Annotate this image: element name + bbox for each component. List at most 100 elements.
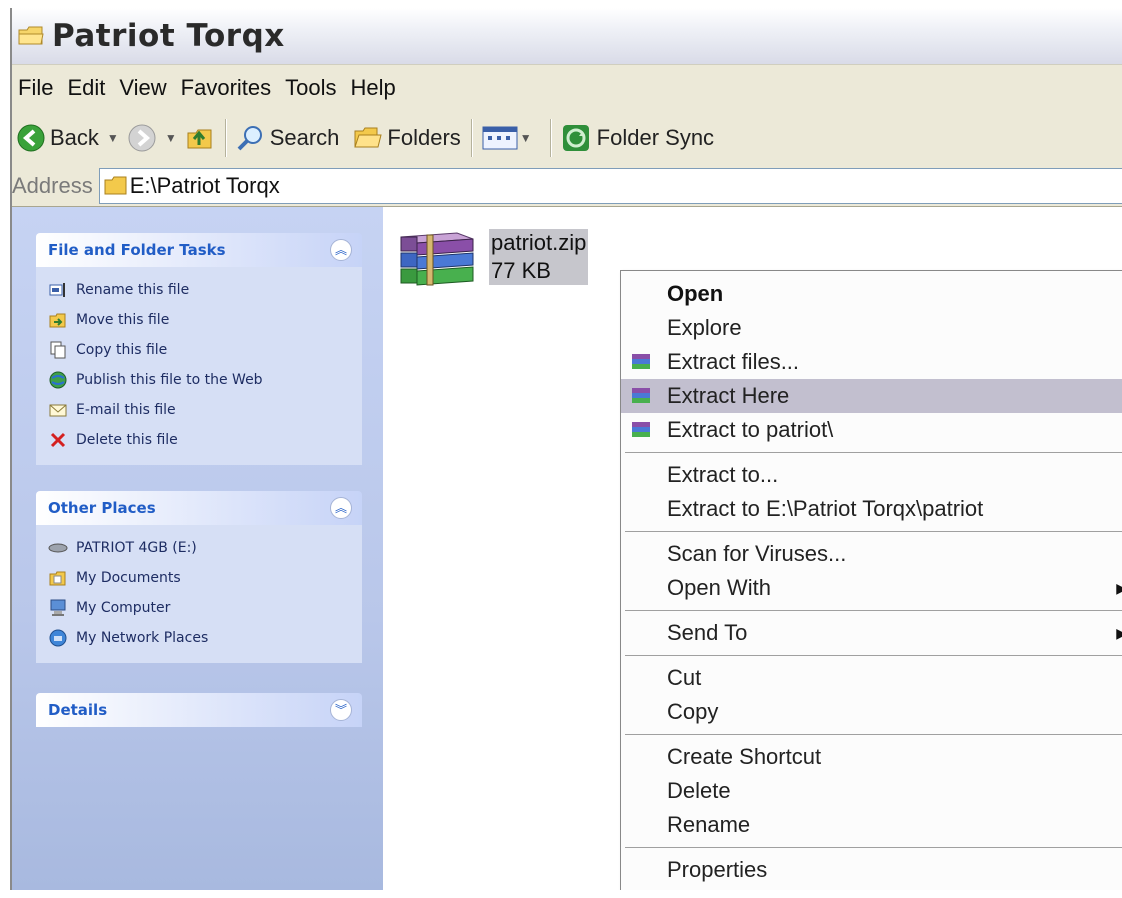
menu-label: Scan for Viruses... [667,541,847,566]
title-bar[interactable]: Patriot Torqx [12,8,1122,64]
forward-dropdown-icon[interactable]: ▼ [165,131,177,145]
menu-bar: File Edit View Favorites Tools Help [12,64,1122,111]
up-folder-button[interactable] [185,116,215,160]
place-label: PATRIOT 4GB (E:) [76,540,197,556]
up-folder-icon [187,129,212,149]
menu-label: Extract to... [667,462,779,487]
menu-file[interactable]: File [12,75,60,101]
panel-title: Other Places [48,499,156,517]
back-dropdown-icon[interactable]: ▼ [107,131,119,145]
menu-label: Open With [667,575,771,600]
folder-sync-button[interactable]: Folder Sync [561,116,714,160]
zip-archive-icon [400,232,474,286]
place-network[interactable]: My Network Places [36,623,362,653]
menu-extract-here[interactable]: Extract Here [621,379,1122,413]
views-button[interactable]: ▼ [482,116,540,160]
menu-separator [625,847,1122,848]
menu-favorites[interactable]: Favorites [174,75,278,101]
menu-create-shortcut[interactable]: Create Shortcut [621,740,1122,774]
menu-help[interactable]: Help [344,75,403,101]
menu-separator [625,452,1122,453]
place-my-computer[interactable]: My Computer [36,593,362,623]
task-pane: File and Folder Tasks ︽ Rename this file… [12,207,383,890]
menu-separator [625,531,1122,532]
menu-label: Send To [667,620,748,645]
delete-x-icon [48,430,68,450]
task-delete[interactable]: Delete this file [36,425,362,455]
rename-icon [48,280,68,300]
menu-label: Explore [667,315,742,340]
place-drive[interactable]: PATRIOT 4GB (E:) [36,533,362,563]
menu-label: Extract to patriot\ [667,417,834,442]
place-my-documents[interactable]: My Documents [36,563,362,593]
move-icon [48,310,68,330]
views-dropdown-icon[interactable]: ▼ [520,131,532,145]
panel-header[interactable]: File and Folder Tasks ︽ [36,233,362,267]
forward-arrow-icon [128,124,156,152]
winrar-icon [632,388,650,403]
search-icon [237,126,262,151]
computer-icon [48,598,68,618]
menu-explore[interactable]: Explore [621,311,1122,345]
task-rename[interactable]: Rename this file [36,275,362,305]
back-button[interactable]: Back ▼ [16,116,127,160]
address-value: E:\Patriot Torqx [129,173,280,198]
menu-extract-to[interactable]: Extract to... [621,458,1122,492]
menu-separator [625,610,1122,611]
menu-rename[interactable]: Rename [621,808,1122,842]
menu-extract-to-path[interactable]: Extract to E:\Patriot Torqx\patriot [621,492,1122,526]
drive-icon [48,538,68,558]
panel-title: Details [48,701,108,719]
menu-properties[interactable]: Properties [621,853,1122,887]
toolbar: Back ▼ ▼ Search Folders ▼ Folder Sync [12,110,1122,167]
menu-send-to[interactable]: Send To ▶ [621,616,1122,650]
folders-icon [354,127,383,148]
panel-header[interactable]: Other Places ︽ [36,491,362,525]
collapse-chevron-icon[interactable]: ︽ [330,239,352,261]
views-icon [482,126,518,150]
file-label-block: patriot.zip 77 KB [489,229,589,285]
folder-sync-label: Folder Sync [596,125,715,150]
collapse-chevron-icon[interactable]: ︽ [330,497,352,519]
menu-extract-to-patriot[interactable]: Extract to patriot\ [621,413,1122,447]
menu-edit[interactable]: Edit [60,75,112,101]
task-move[interactable]: Move this file [36,305,362,335]
toolbar-separator [470,119,472,157]
menu-separator [625,734,1122,735]
folder-icon [18,24,48,48]
menu-label: Extract to E:\Patriot Torqx\patriot [667,496,984,521]
menu-tools[interactable]: Tools [278,75,343,101]
folders-button[interactable]: Folders [353,116,461,160]
menu-delete[interactable]: Delete [621,774,1122,808]
menu-view[interactable]: View [112,75,173,101]
menu-label: Extract files... [667,349,800,374]
address-bar: Address E:\Patriot Torqx [12,166,1122,207]
menu-open[interactable]: Open [621,277,1122,311]
task-email[interactable]: E-mail this file [36,395,362,425]
folder-icon [104,176,127,195]
panel-header[interactable]: Details ︾ [36,693,362,727]
back-arrow-icon [17,124,45,152]
task-label: Publish this file to the Web [76,372,263,388]
task-copy[interactable]: Copy this file [36,335,362,365]
explorer-window: Patriot Torqx File Edit View Favorites T… [10,8,1122,890]
menu-extract-files[interactable]: Extract files... [621,345,1122,379]
expand-chevron-icon[interactable]: ︾ [330,699,352,721]
file-name: patriot.zip [491,230,587,255]
menu-label: Delete [667,778,731,803]
menu-separator [625,655,1122,656]
menu-scan-viruses[interactable]: Scan for Viruses... [621,537,1122,571]
file-item[interactable]: patriot.zip 77 KB [397,229,589,293]
file-folder-tasks-panel: File and Folder Tasks ︽ Rename this file… [36,233,362,465]
forward-button[interactable]: ▼ [127,116,185,160]
submenu-arrow-icon: ▶ [1116,625,1122,642]
winrar-icon [632,422,650,437]
address-input[interactable]: E:\Patriot Torqx [98,168,1122,204]
menu-copy[interactable]: Copy [621,695,1122,729]
place-label: My Documents [76,570,181,586]
task-publish[interactable]: Publish this file to the Web [36,365,362,395]
menu-open-with[interactable]: Open With ▶ [621,571,1122,605]
search-button[interactable]: Search [236,116,339,160]
details-panel: Details ︾ [36,693,362,727]
menu-cut[interactable]: Cut [621,661,1122,695]
